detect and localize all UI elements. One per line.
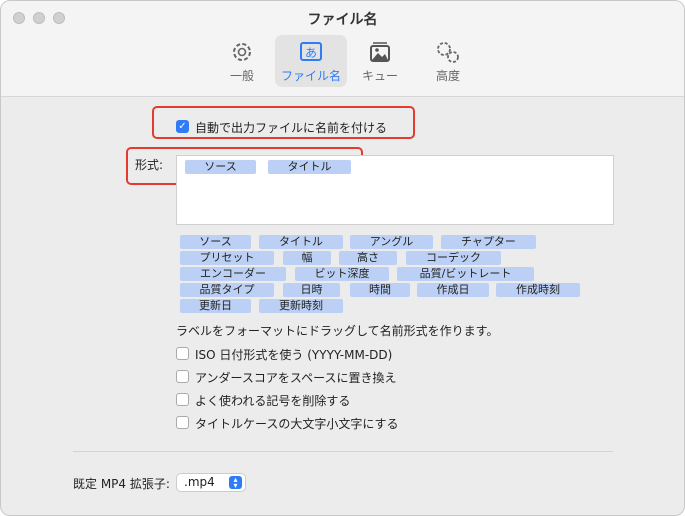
tag-time[interactable]: 時間 (350, 283, 410, 297)
remove-symbols-checkbox[interactable] (176, 393, 189, 406)
photo-stack-icon (370, 42, 390, 62)
auto-name-label: 自動で出力ファイルに名前を付ける (195, 121, 388, 135)
tab-advanced[interactable]: 高度 (425, 35, 471, 87)
format-token[interactable]: タイトル (268, 160, 351, 174)
gear-icon (233, 43, 251, 61)
mp4-extension-select[interactable]: .mp4 ▴ ▾ (176, 473, 246, 492)
tag-modified-time[interactable]: 更新時刻 (259, 299, 343, 313)
tab-general[interactable]: 一般 (219, 35, 265, 87)
tab-label: 高度 (435, 69, 460, 83)
toolbar: ファイル名 一般 あ ファイル名 キュー 高度 (1, 1, 684, 97)
preferences-window: ファイル名 一般 あ ファイル名 キュー 高度 ✓ 自動で出力ファイルに名前を付… (0, 0, 685, 516)
tag-modified-date[interactable]: 更新日 (180, 299, 251, 313)
mp4-extension-label: 既定 MP4 拡張子: (73, 477, 170, 491)
chevron-up-down-icon: ▴ ▾ (229, 476, 242, 490)
option-label: アンダースコアをスペースに置き換え (195, 371, 397, 385)
tag-preset[interactable]: プリセット (180, 251, 274, 265)
tag-chapter[interactable]: チャプター (441, 235, 536, 249)
hint-text: ラベルをフォーマットにドラッグして名前形式を作ります。 (176, 324, 499, 338)
tag-date[interactable]: 日時 (283, 283, 340, 297)
format-label: 形式: (135, 158, 164, 172)
tab-filename[interactable]: あ ファイル名 (275, 35, 347, 87)
mp4-extension-value: .mp4 (184, 475, 215, 489)
title-case-checkbox[interactable] (176, 416, 189, 429)
tab-queue[interactable]: キュー (357, 35, 403, 87)
tag-codec[interactable]: コーデック (406, 251, 501, 265)
tag-bit-depth[interactable]: ビット深度 (295, 267, 389, 281)
divider (73, 451, 613, 452)
gears-icon (437, 42, 459, 63)
tag-creation-date[interactable]: 作成日 (417, 283, 489, 297)
underscore-checkbox[interactable] (176, 370, 189, 383)
option-label: よく使われる記号を削除する (195, 394, 351, 408)
tag-quality-bitrate[interactable]: 品質/ビットレート (397, 267, 534, 281)
tag-width[interactable]: 幅 (283, 251, 331, 265)
tag-creation-time[interactable]: 作成時刻 (496, 283, 580, 297)
svg-text:あ: あ (305, 46, 317, 60)
text-a-icon: あ (300, 42, 322, 61)
option-label: タイトルケースの大文字小文字にする (195, 417, 399, 431)
tag-title[interactable]: タイトル (259, 235, 343, 249)
option-label: ISO 日付形式を使う (YYYY-MM-DD) (195, 348, 393, 362)
tab-label: ファイル名 (280, 69, 341, 83)
tag-height[interactable]: 高さ (339, 251, 397, 265)
auto-name-checkbox[interactable]: ✓ (176, 120, 189, 133)
tag-angle[interactable]: アングル (350, 235, 433, 249)
iso-date-checkbox[interactable] (176, 347, 189, 360)
tag-quality-type[interactable]: 品質タイプ (180, 283, 274, 297)
tag-source[interactable]: ソース (180, 235, 251, 249)
tab-label: キュー (361, 69, 398, 83)
tag-encoder[interactable]: エンコーダー (180, 267, 286, 281)
tab-label: 一般 (229, 69, 254, 83)
format-token[interactable]: ソース (185, 160, 256, 174)
window-title: ファイル名 (307, 12, 378, 28)
